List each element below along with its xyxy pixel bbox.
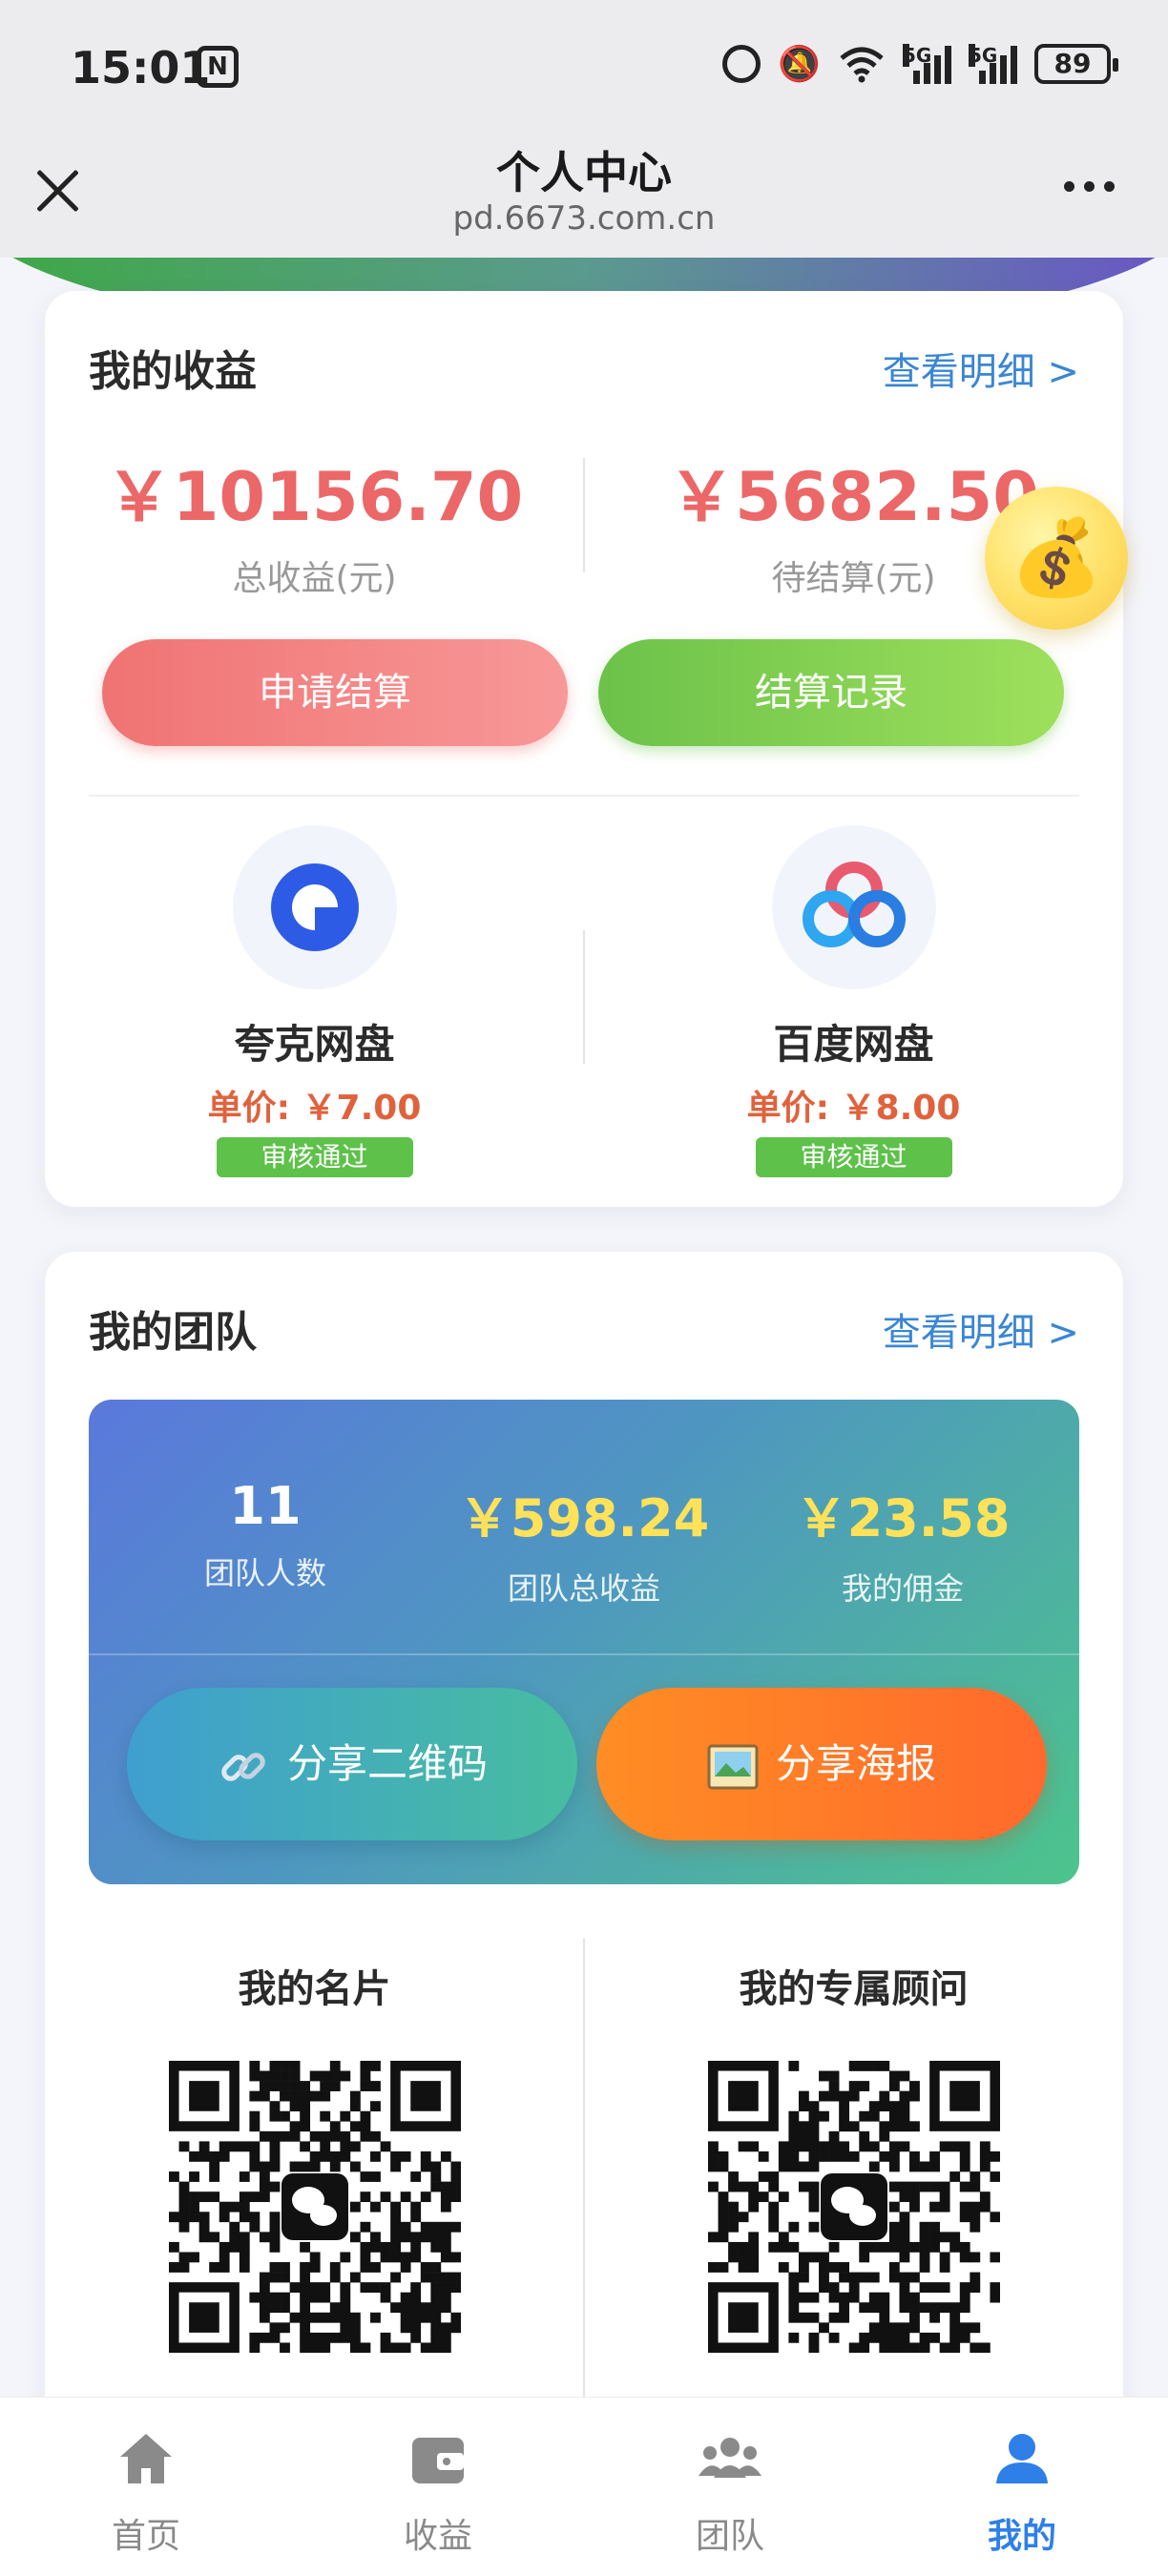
qr-finder-marker [389, 2061, 461, 2131]
share-poster-button[interactable]: 分享海报 [596, 1688, 1047, 1840]
disk-price: 单价: ￥7.00 [207, 1089, 422, 1128]
status-time: 15:01 [71, 42, 211, 93]
earnings-detail-link[interactable]: 查看明细 > [883, 341, 1079, 396]
title-bar: 个人中心 pd.6673.com.cn [0, 138, 1168, 258]
team-stats-panel: 11 团队人数 ￥598.24 团队总收益 ￥23.58 我的佣金 分享二维码 … [89, 1400, 1079, 1884]
my-commission-stat: ￥23.58 我的佣金 [745, 1476, 1060, 1609]
total-earnings-amount: ￥10156.70 [105, 458, 524, 536]
section-divider [89, 795, 1079, 797]
tab-earnings[interactable]: 收益 [292, 2398, 584, 2576]
money-bag-icon[interactable]: 💰 [985, 487, 1128, 630]
qr-finder-marker [168, 2282, 240, 2353]
link-icon [221, 1752, 265, 1781]
baidu-cloud-icon [771, 825, 936, 989]
status-badge: 审核通过 [216, 1137, 413, 1177]
apply-settlement-button[interactable]: 申请结算 [102, 639, 568, 746]
status-badge: 审核通过 [755, 1137, 952, 1177]
page-url: pd.6673.com.cn [452, 199, 716, 238]
advisor-section: 我的专属顾问 [584, 1958, 1123, 2354]
stat-label: 团队总收益 [507, 1570, 660, 1607]
total-earnings-label: 总收益(元) [232, 559, 397, 598]
qr-finder-marker [707, 2061, 779, 2131]
share-qrcode-button[interactable]: 分享二维码 [127, 1688, 577, 1840]
share-poster-label: 分享海报 [775, 1740, 936, 1787]
status-icons: 🔕 5G 5G 89 [722, 44, 1118, 84]
team-total-earnings-stat: ￥598.24 团队总收益 [427, 1476, 741, 1609]
team-members-stat: 11 团队人数 [108, 1476, 423, 1593]
disk-name: 百度网盘 [773, 1021, 934, 1068]
team-detail-link[interactable]: 查看明细 > [883, 1301, 1079, 1357]
battery-icon: 89 [1034, 44, 1118, 84]
tab-label: 团队 [695, 2517, 764, 2556]
quark-icon [232, 825, 397, 989]
tab-label: 首页 [111, 2517, 180, 2556]
nfc-icon: N [197, 46, 239, 88]
share-qrcode-label: 分享二维码 [286, 1740, 488, 1787]
picture-icon [707, 1744, 759, 1789]
baidu-disk-item[interactable]: 百度网盘 单价: ￥8.00 审核通过 [584, 825, 1123, 1177]
qr-finder-marker [168, 2061, 240, 2131]
stat-value: ￥23.58 [795, 1488, 1011, 1548]
page-title: 个人中心 [496, 147, 672, 198]
earnings-card: 我的收益 查看明细 > ￥10156.70 总收益(元) ￥5682.50 待结… [45, 291, 1123, 1207]
wifi-icon [840, 47, 884, 83]
stat-value: 11 [229, 1476, 302, 1536]
advisor-qrcode[interactable] [707, 2061, 1000, 2354]
user-icon [996, 2434, 1048, 2483]
stat-label: 我的佣金 [841, 1570, 964, 1607]
wallet-icon [412, 2438, 464, 2483]
signal-5g-icon-2: 5G [969, 44, 1017, 84]
alarm-icon [722, 45, 761, 83]
wechat-icon [820, 2173, 887, 2240]
team-panel-divider [89, 1653, 1079, 1655]
more-icon[interactable] [1064, 181, 1115, 192]
advisor-title: 我的专属顾问 [739, 1967, 969, 2011]
team-card: 我的团队 查看明细 > 11 团队人数 ￥598.24 团队总收益 ￥23.58… [45, 1252, 1123, 2549]
tab-mine[interactable]: 我的 [876, 2398, 1168, 2576]
team-title: 我的团队 [89, 1308, 257, 1357]
signal-5g-icon-1: 5G [903, 44, 951, 84]
quark-disk-item[interactable]: 夸克网盘 单价: ￥7.00 审核通过 [45, 825, 584, 1177]
network-label-1: 5G [903, 44, 932, 67]
disk-price: 单价: ￥8.00 [746, 1089, 961, 1128]
settlement-records-button[interactable]: 结算记录 [598, 639, 1064, 746]
team-icon [699, 2438, 761, 2478]
qr-finder-marker [707, 2282, 779, 2353]
qr-finder-marker [928, 2061, 1000, 2131]
tab-label: 收益 [403, 2517, 472, 2556]
bottom-tab-bar: 首页 收益 团队 我的 [0, 2397, 1168, 2576]
disk-name: 夸克网盘 [234, 1021, 395, 1068]
tab-home[interactable]: 首页 [0, 2398, 292, 2576]
my-card-section: 我的名片 [45, 1958, 584, 2354]
home-icon [120, 2434, 172, 2483]
network-label-2: 5G [969, 44, 998, 67]
status-bar: 15:01 N 🔕 5G 5G 89 [0, 0, 1168, 138]
stat-label: 团队人数 [203, 1555, 326, 1591]
my-card-title: 我的名片 [238, 1967, 391, 2011]
bell-muted-icon: 🔕 [778, 45, 821, 84]
stat-value: ￥598.24 [458, 1488, 710, 1548]
tab-team[interactable]: 团队 [584, 2398, 876, 2576]
earnings-title: 我的收益 [89, 347, 257, 396]
tab-label: 我的 [987, 2517, 1056, 2556]
my-card-qrcode[interactable] [168, 2061, 461, 2354]
wechat-icon [281, 2173, 348, 2240]
